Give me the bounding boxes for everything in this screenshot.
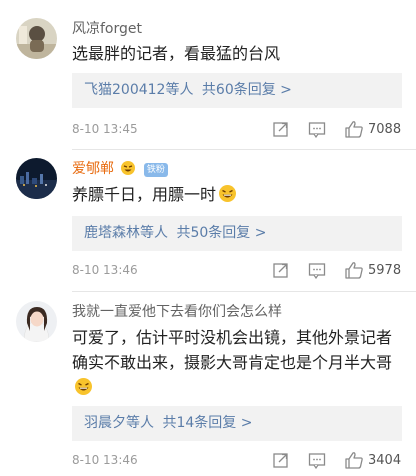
- comment-item: 爱郇郸 铁粉 养膘千日，用膘一时 鹿塔森林等人 共50条回复 > 8-10 13…: [0, 150, 416, 295]
- reply-summary-box[interactable]: 羽晨夕等人 共14条回复 >: [72, 406, 402, 441]
- timestamp: 8-10 13:45: [72, 122, 138, 136]
- username-text[interactable]: 爱郇郸: [72, 161, 114, 177]
- like-count: 7088: [368, 122, 402, 137]
- comment-meta: 8-10 13:46 3404: [72, 451, 404, 471]
- fan-badge: 铁粉: [143, 163, 168, 177]
- username[interactable]: 我就一直爱他下去看你们会怎么样: [72, 303, 282, 321]
- comment-item: 风凉forget 选最胖的记者，看最猛的台风 飞猫200412等人 共60条回复…: [0, 0, 416, 150]
- emoji-badge-icon: [120, 160, 136, 176]
- reply-users[interactable]: 飞猫200412等人: [84, 82, 193, 98]
- thumbs-up-icon[interactable]: [344, 261, 364, 279]
- share-icon[interactable]: [272, 120, 290, 138]
- username[interactable]: 风凉forget: [72, 20, 142, 38]
- like-count: 3404: [368, 453, 402, 468]
- comment-meta: 8-10 13:46 5978: [72, 261, 404, 281]
- comment-text: 养膘千日，用膘一时: [72, 182, 400, 207]
- share-icon[interactable]: [272, 261, 290, 279]
- avatar[interactable]: [16, 18, 57, 59]
- timestamp: 8-10 13:46: [72, 453, 138, 467]
- comment-icon[interactable]: [308, 451, 326, 469]
- laughing-emoji-icon: [74, 377, 93, 396]
- reply-summary-box[interactable]: 飞猫200412等人 共60条回复 >: [72, 73, 402, 108]
- comment-text: 可爱了，估计平时没机会出镜，其他外景记者确实不敢出来，摄影大哥肯定也是个月半大哥: [72, 325, 400, 400]
- comment-text-body: 养膘千日，用膘一时: [72, 185, 217, 204]
- comment-icon[interactable]: [308, 120, 326, 138]
- comment-text: 选最胖的记者，看最猛的台风: [72, 44, 281, 63]
- reply-users[interactable]: 鹿塔森林等人: [84, 225, 168, 241]
- reply-count[interactable]: 共60条回复 >: [202, 82, 292, 98]
- reply-count[interactable]: 共14条回复 >: [162, 415, 252, 431]
- thumbs-up-icon[interactable]: [344, 451, 364, 469]
- comment-icon[interactable]: [308, 261, 326, 279]
- reply-count[interactable]: 共50条回复 >: [176, 225, 266, 241]
- avatar[interactable]: [16, 301, 57, 342]
- avatar[interactable]: [16, 158, 57, 199]
- comment-text-body: 可爱了，估计平时没机会出镜，其他外景记者确实不敢出来，摄影大哥肯定也是个月半大哥: [72, 328, 393, 372]
- comment-item: 我就一直爱他下去看你们会怎么样 可爱了，估计平时没机会出镜，其他外景记者确实不敢…: [0, 292, 416, 476]
- share-icon[interactable]: [272, 451, 290, 469]
- username[interactable]: 爱郇郸 铁粉: [72, 160, 168, 178]
- comment-meta: 8-10 13:45 7088: [72, 120, 404, 140]
- timestamp: 8-10 13:46: [72, 263, 138, 277]
- reply-users[interactable]: 羽晨夕等人: [84, 415, 154, 431]
- reply-summary-box[interactable]: 鹿塔森林等人 共50条回复 >: [72, 216, 402, 251]
- like-count: 5978: [368, 263, 402, 278]
- laughing-emoji-icon: [218, 184, 237, 203]
- thumbs-up-icon[interactable]: [344, 120, 364, 138]
